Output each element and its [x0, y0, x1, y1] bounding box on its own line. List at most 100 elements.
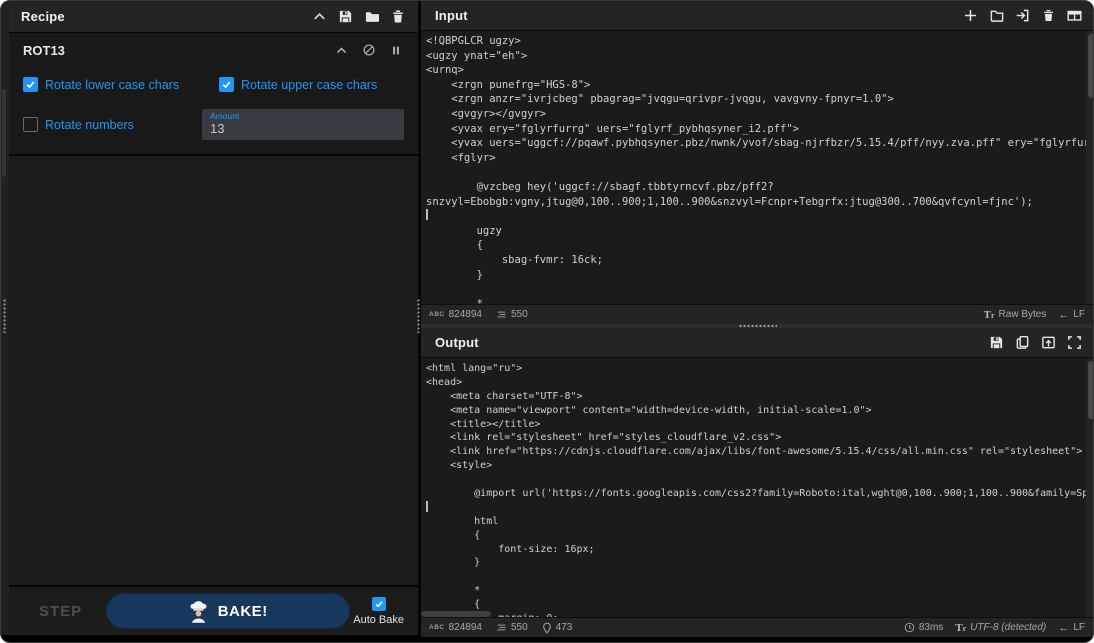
- code-line: snzvyl=Ebobgb:vgny,jtug@0,100..900;1,100…: [426, 195, 1086, 210]
- input-text: <!QBPGLCR ugzy><ugzy ynat="eh"><urnq> <z…: [421, 31, 1086, 304]
- input-header: Input: [421, 1, 1094, 31]
- code-line: [426, 501, 1086, 515]
- operation-rot13[interactable]: ROT13 Rot: [9, 33, 418, 156]
- output-header: Output: [421, 328, 1094, 358]
- char-count: ABC 824894: [429, 309, 482, 320]
- amount-field-label: Amount: [210, 112, 396, 121]
- input-editor[interactable]: <!QBPGLCR ugzy><ugzy ynat="eh"><urnq> <z…: [421, 31, 1094, 304]
- code-line: {: [426, 238, 1086, 253]
- code-line: }: [426, 268, 1086, 283]
- input-scrollbar-thumb[interactable]: [1088, 34, 1094, 98]
- amount-field-value: 13: [210, 121, 396, 136]
- text-encoding-icon: Tr: [984, 309, 995, 321]
- code-line: <zrgn punefrg="HGS-8">: [426, 78, 1086, 93]
- operations-panel-splitter[interactable]: [1, 1, 9, 635]
- recipe-header: Recipe: [9, 1, 418, 33]
- text-cursor: [426, 209, 428, 220]
- code-line: @import url('https://fonts.googleapis.co…: [426, 487, 1086, 501]
- code-line: [426, 282, 1086, 297]
- output-text: <html lang="ru"><head> <meta charset="UT…: [421, 358, 1086, 617]
- output-pane: Output <html lang="ru"><head> <meta char…: [421, 328, 1094, 637]
- input-scrollbar[interactable]: [1086, 31, 1094, 304]
- arg-rotate-lower-case[interactable]: Rotate lower case chars: [23, 77, 219, 92]
- operation-args-row-1: Rotate lower case chars Rotate upper cas…: [9, 77, 418, 92]
- output-scrollbar-thumb[interactable]: [1088, 361, 1094, 419]
- output-hscrollbar-thumb[interactable]: [421, 611, 491, 617]
- line-count: 550: [496, 309, 528, 320]
- output-status-bar: ABC 824894 550 473 83ms Tr UTF-8 (detect…: [421, 617, 1094, 637]
- add-input-icon[interactable]: [962, 7, 979, 24]
- output-eol-selector[interactable]: ← LF: [1058, 622, 1085, 634]
- code-line: font-size: 16px;: [426, 543, 1086, 557]
- bake-button-label: BAKE!: [218, 603, 268, 620]
- output-scrollbar[interactable]: [1086, 358, 1094, 617]
- code-line: <zrgn anzr="ivrjcbeg" pbagrag="jvqgu=qri…: [426, 92, 1086, 107]
- code-line: <yvax ery="fglyrfurrg" uers="fglyrf_pybh…: [426, 122, 1086, 137]
- input-title: Input: [435, 8, 468, 23]
- code-line: <title></title>: [426, 418, 1086, 432]
- clear-recipe-icon[interactable]: [389, 8, 406, 25]
- line-ending-icon: ←: [1058, 622, 1069, 634]
- output-title: Output: [435, 335, 479, 350]
- input-tabs-icon[interactable]: [1066, 7, 1083, 24]
- breakpoint-pause-icon[interactable]: [387, 42, 404, 59]
- open-file-icon[interactable]: [988, 7, 1005, 24]
- code-line: <head>: [426, 376, 1086, 390]
- operation-args-row-2: Rotate numbers Amount 13: [9, 109, 418, 140]
- code-line: <link href="https://cdnjs.cloudflare.com…: [426, 445, 1086, 459]
- maximize-output-icon[interactable]: [1066, 334, 1083, 351]
- copy-output-icon[interactable]: [1014, 334, 1031, 351]
- line-count-icon: [496, 309, 507, 320]
- save-output-icon[interactable]: [988, 334, 1005, 351]
- open-recipe-icon[interactable]: [363, 8, 380, 25]
- line-count: 550: [496, 622, 528, 633]
- recipe-list-area[interactable]: [9, 156, 418, 585]
- chevron-up-icon[interactable]: [311, 8, 328, 25]
- input-status-bar: ABC 824894 550 Tr Raw Bytes ← LF: [421, 304, 1094, 324]
- arg-label: Rotate upper case chars: [241, 78, 377, 92]
- recipe-title: Recipe: [21, 9, 65, 24]
- output-editor[interactable]: <html lang="ru"><head> <meta charset="UT…: [421, 358, 1094, 617]
- replace-input-icon[interactable]: [1040, 334, 1057, 351]
- output-encoding-selector[interactable]: Tr UTF-8 (detected): [955, 622, 1046, 634]
- arg-rotate-upper-case[interactable]: Rotate upper case chars: [219, 77, 377, 92]
- code-line: [426, 473, 1086, 487]
- code-line: <!QBPGLCR ugzy>: [426, 34, 1086, 49]
- checkbox-icon[interactable]: [372, 597, 386, 611]
- char-count-icon: ABC: [429, 311, 445, 318]
- code-line: <meta name="viewport" content="width=dev…: [426, 404, 1086, 418]
- step-button[interactable]: STEP: [39, 603, 82, 620]
- operations-scrollbar-thumb[interactable]: [2, 89, 6, 177]
- code-line: {: [426, 598, 1086, 612]
- save-recipe-icon[interactable]: [337, 8, 354, 25]
- disable-operation-icon[interactable]: [360, 42, 377, 59]
- arg-label: Rotate lower case chars: [45, 78, 179, 92]
- code-line: <html lang="ru">: [426, 362, 1086, 376]
- code-line: <ugzy ynat="eh">: [426, 49, 1086, 64]
- code-line: html: [426, 515, 1086, 529]
- code-line: <meta charset="UTF-8">: [426, 390, 1086, 404]
- checkbox-icon[interactable]: [23, 77, 38, 92]
- amount-field[interactable]: Amount 13: [202, 109, 404, 140]
- open-input-icon[interactable]: [1014, 7, 1031, 24]
- bake-button[interactable]: BAKE!: [106, 593, 350, 629]
- text-cursor: [426, 501, 428, 512]
- checkbox-icon[interactable]: [219, 77, 234, 92]
- code-line: }: [426, 556, 1086, 570]
- checkbox-icon[interactable]: [23, 117, 38, 132]
- code-line: sbag-fvmr: 16ck;: [426, 253, 1086, 268]
- code-line: <style>: [426, 459, 1086, 473]
- input-encoding-selector[interactable]: Tr Raw Bytes: [984, 309, 1047, 321]
- code-line: <urnq>: [426, 63, 1086, 78]
- code-line: [426, 570, 1086, 584]
- arg-rotate-numbers[interactable]: Rotate numbers: [23, 117, 202, 132]
- input-pane: Input <!QBPGLCR ugzy><ugz: [421, 1, 1094, 324]
- char-count-icon: ABC: [429, 624, 445, 631]
- cursor-position-icon: [542, 622, 552, 634]
- auto-bake-toggle[interactable]: Auto Bake: [353, 597, 406, 626]
- code-line: [426, 209, 1086, 224]
- clear-io-icon[interactable]: [1040, 7, 1057, 24]
- chevron-up-icon[interactable]: [333, 42, 350, 59]
- input-eol-selector[interactable]: ← LF: [1058, 309, 1085, 321]
- code-line: ugzy: [426, 224, 1086, 239]
